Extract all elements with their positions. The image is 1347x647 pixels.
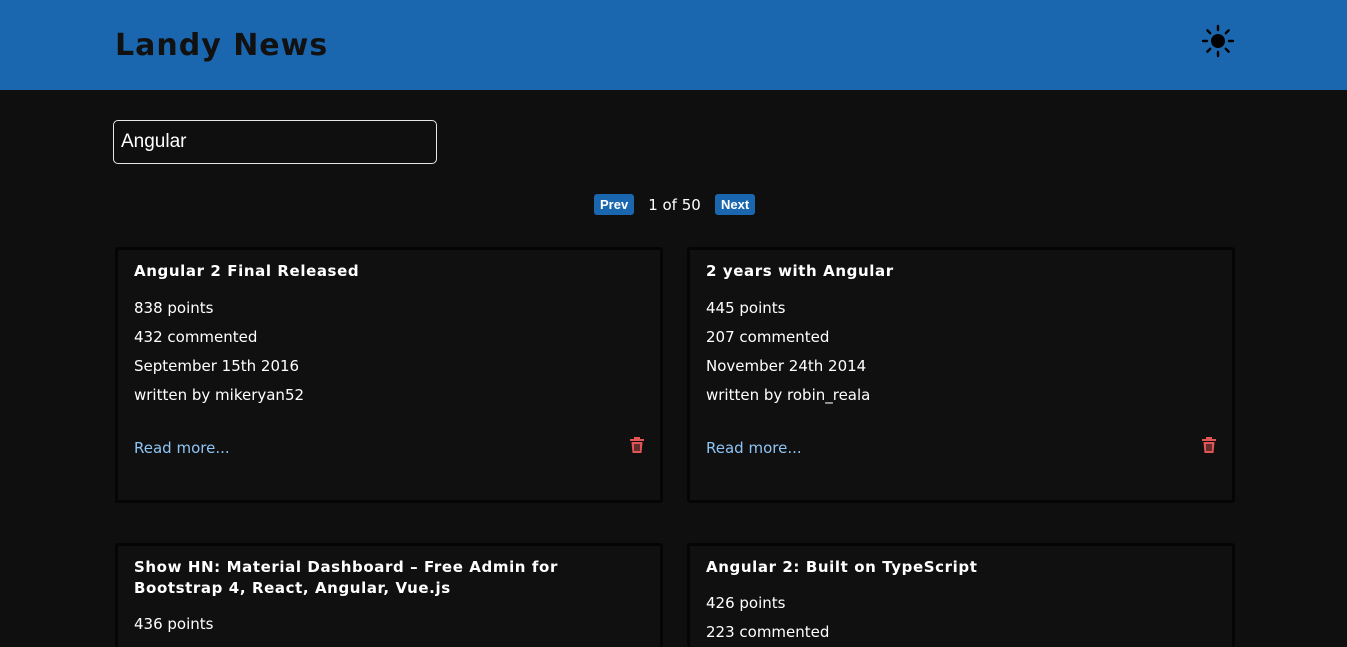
page-indicator: 1 of 50 — [648, 196, 701, 214]
prev-page-button[interactable]: Prev — [594, 194, 634, 215]
story-points: 426 points — [706, 594, 786, 612]
story-card: Angular 2: Built on TypeScript 426 point… — [687, 543, 1235, 647]
theme-toggle-button[interactable] — [1201, 24, 1235, 58]
story-author: written by robin_reala — [706, 386, 871, 404]
app-title: Landy News — [115, 28, 329, 63]
read-more-link[interactable]: Read more... — [134, 438, 230, 458]
next-page-button[interactable]: Next — [715, 194, 755, 215]
trash-icon[interactable] — [630, 437, 644, 453]
story-title: Angular 2: Built on TypeScript — [706, 558, 978, 576]
story-comments: 207 commented — [706, 328, 830, 346]
search-input[interactable] — [113, 120, 437, 164]
app-header: Landy News — [0, 0, 1347, 90]
story-comments: 223 commented — [706, 623, 830, 641]
story-card: Angular 2 Final Released 838 points 432 … — [115, 247, 663, 503]
trash-icon[interactable] — [1202, 437, 1216, 453]
story-date: November 24th 2014 — [706, 357, 867, 375]
sun-icon — [1201, 24, 1235, 58]
story-author: written by mikeryan52 — [134, 386, 305, 404]
story-title: 2 years with Angular — [706, 262, 894, 280]
read-more-link[interactable]: Read more... — [706, 438, 802, 458]
story-title: Angular 2 Final Released — [134, 262, 360, 280]
story-card: Show HN: Material Dashboard – Free Admin… — [115, 543, 663, 647]
pagination: Prev 1 of 50 Next — [0, 194, 1347, 216]
story-points: 838 points — [134, 299, 214, 317]
story-points: 436 points — [134, 615, 214, 633]
story-title: Show HN: Material Dashboard – Free Admin… — [134, 558, 558, 597]
story-points: 445 points — [706, 299, 786, 317]
story-card: 2 years with Angular 445 points 207 comm… — [687, 247, 1235, 503]
story-comments: 432 commented — [134, 328, 258, 346]
story-date: September 15th 2016 — [134, 357, 300, 375]
